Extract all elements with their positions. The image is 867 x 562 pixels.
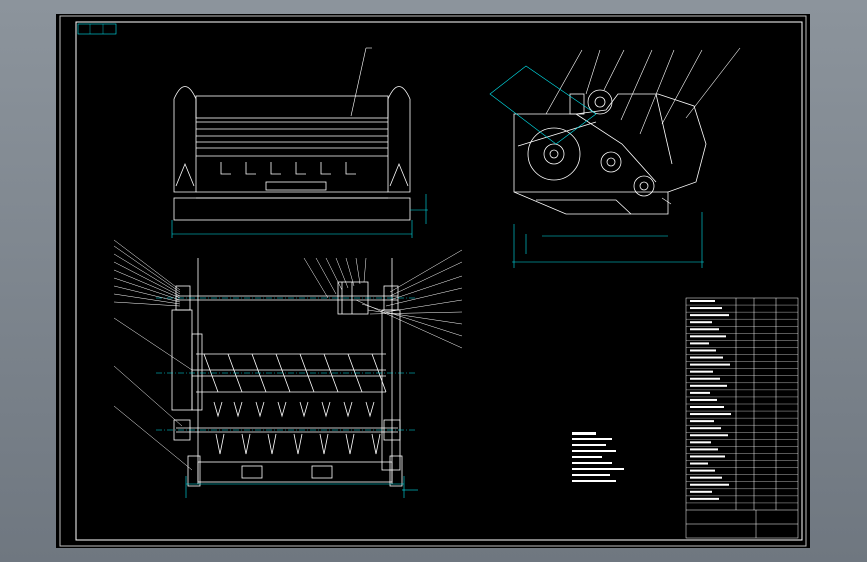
section-dimensions (185, 476, 418, 498)
parts-list-row-text (690, 384, 727, 387)
outer-frame (59, 15, 807, 547)
parts-list-row-text (690, 406, 724, 408)
parts-list-row-text (690, 455, 725, 458)
parts-list-row-text (690, 391, 710, 394)
parts-list-row-text (690, 328, 719, 331)
parts-list-row-text (690, 321, 712, 324)
parts-list-row-text (690, 377, 720, 380)
parts-list-row-text (690, 413, 731, 416)
parts-list-row-text (690, 300, 715, 302)
section-right-leaders (355, 249, 463, 349)
parts-list-row-text (690, 420, 714, 423)
cad-viewport[interactable] (56, 14, 810, 548)
parts-list-row-text (690, 427, 721, 430)
parts-list-row-text (690, 342, 709, 345)
parts-list-row-text (690, 356, 723, 359)
parts-list-row-text (690, 483, 729, 486)
parts-list-row-text (690, 497, 719, 500)
parts-list-row-text (690, 476, 722, 479)
side-view-leaders (545, 47, 741, 205)
parts-list-row-text (690, 307, 722, 310)
parts-list-row-text (690, 335, 726, 338)
parts-list-row-text (690, 441, 711, 444)
inner-frame (75, 21, 803, 541)
parts-list-row-text (690, 314, 729, 317)
section-left-leaders (113, 239, 193, 471)
parts-list-row-text (690, 398, 717, 401)
cad-drawing (59, 15, 807, 547)
parts-list-row-text (690, 434, 728, 437)
parts-list-rows (686, 300, 798, 504)
front-view (173, 47, 411, 221)
parts-list-row-text (690, 363, 730, 366)
corner-stamp (77, 23, 117, 35)
section-view (171, 258, 403, 487)
parts-list-row-text (690, 448, 718, 451)
parts-list-row-text (690, 370, 713, 373)
parts-list-row-text (690, 462, 708, 465)
technical-notes (572, 432, 624, 482)
side-view-dimensions (489, 65, 704, 268)
parts-list-row-text (690, 349, 716, 352)
parts-list-row-text (690, 469, 715, 472)
section-top-leaders (303, 257, 367, 299)
front-view-dimensions (171, 194, 428, 238)
side-view (513, 89, 707, 215)
parts-list-row-text (690, 490, 712, 493)
